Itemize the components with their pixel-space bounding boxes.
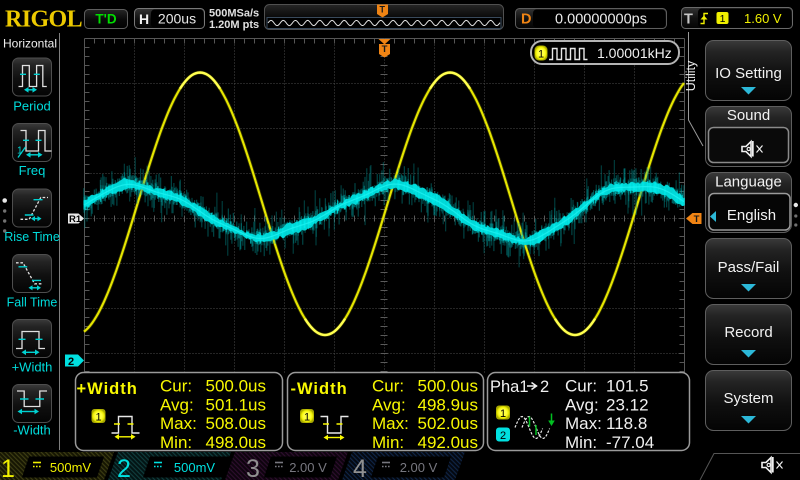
svg-text:Max:: Max: (372, 414, 409, 433)
svg-text:500MSa/s: 500MSa/s (209, 8, 259, 20)
svg-text:4: 4 (353, 455, 367, 480)
svg-text:English: English (727, 207, 776, 224)
svg-text:Min:: Min: (160, 433, 192, 452)
svg-text:2: 2 (500, 430, 506, 442)
svg-text:498.0us: 498.0us (206, 433, 267, 452)
svg-text:500mV: 500mV (50, 460, 92, 475)
svg-text:2.00 V: 2.00 V (400, 460, 438, 475)
svg-text:3: 3 (246, 455, 260, 480)
svg-text:23.12: 23.12 (606, 395, 649, 414)
svg-text:Min:: Min: (372, 433, 404, 452)
svg-text:-Width: -Width (291, 380, 348, 398)
svg-text:T: T (684, 12, 693, 28)
svg-text:1.20M pts: 1.20M pts (209, 19, 259, 31)
svg-text:Max:: Max: (160, 414, 197, 433)
svg-text:T: T (380, 5, 386, 15)
svg-text:500.0us: 500.0us (418, 377, 479, 396)
svg-text:Min:: Min: (565, 433, 597, 452)
svg-text:Language: Language (715, 174, 782, 191)
svg-text:1: 1 (538, 49, 544, 61)
svg-text:492.0us: 492.0us (418, 433, 479, 452)
svg-text:502.0us: 502.0us (418, 414, 479, 433)
svg-text:498.9us: 498.9us (418, 395, 479, 414)
svg-text:Avg:: Avg: (160, 395, 194, 414)
svg-text:+Width: +Width (12, 360, 53, 375)
svg-text:+Width: +Width (77, 380, 138, 398)
svg-text:-77.04: -77.04 (606, 433, 654, 452)
svg-text:101.5: 101.5 (606, 377, 649, 396)
svg-text:Utility: Utility (684, 60, 698, 91)
svg-text:501.1us: 501.1us (206, 395, 267, 414)
svg-text:200us: 200us (158, 11, 196, 27)
svg-text:Pha1: Pha1 (490, 378, 529, 396)
svg-text:1: 1 (304, 412, 310, 424)
svg-text:1: 1 (1, 455, 15, 480)
svg-text:Sound: Sound (727, 107, 770, 124)
svg-text:T: T (694, 214, 700, 225)
svg-text:T'D: T'D (95, 12, 116, 27)
svg-text:Rise Time: Rise Time (4, 230, 60, 244)
svg-text:Avg:: Avg: (565, 395, 599, 414)
svg-text:Cur:: Cur: (160, 377, 192, 396)
svg-text:-Width: -Width (13, 423, 51, 438)
svg-text:D: D (521, 12, 531, 28)
svg-text:500.0us: 500.0us (206, 377, 267, 396)
svg-text:Period: Period (13, 99, 51, 114)
svg-text:1: 1 (720, 13, 726, 25)
svg-text:IO Setting: IO Setting (715, 65, 782, 82)
svg-text:Horizontal: Horizontal (3, 37, 57, 51)
svg-text:Avg:: Avg: (372, 395, 406, 414)
svg-text:H: H (139, 11, 149, 27)
svg-text:1.60 V: 1.60 V (744, 11, 782, 26)
svg-text:508.0us: 508.0us (206, 414, 267, 433)
svg-text:Max:: Max: (565, 414, 602, 433)
svg-text:2.00 V: 2.00 V (289, 460, 327, 475)
svg-text:RIGOL: RIGOL (5, 7, 82, 33)
svg-text:118.8: 118.8 (606, 414, 647, 433)
svg-text:Record: Record (724, 324, 772, 341)
svg-text:1: 1 (95, 412, 101, 424)
svg-text:0.00000000ps: 0.00000000ps (555, 12, 647, 28)
svg-text:Cur:: Cur: (565, 377, 597, 396)
svg-text:Freq: Freq (19, 163, 46, 178)
svg-text:2: 2 (540, 378, 549, 396)
svg-text:Cur:: Cur: (372, 377, 404, 396)
svg-text:Fall Time: Fall Time (7, 296, 58, 310)
svg-text:Pass/Fail: Pass/Fail (718, 259, 780, 276)
svg-text:T: T (382, 44, 388, 55)
svg-text:System: System (723, 390, 773, 407)
svg-text:500mV: 500mV (174, 460, 216, 475)
svg-text:1: 1 (500, 408, 506, 420)
svg-text:1.00001kHz: 1.00001kHz (597, 45, 672, 61)
svg-text:2: 2 (117, 455, 131, 480)
svg-text:2: 2 (68, 356, 74, 368)
svg-text:R1: R1 (69, 214, 82, 225)
